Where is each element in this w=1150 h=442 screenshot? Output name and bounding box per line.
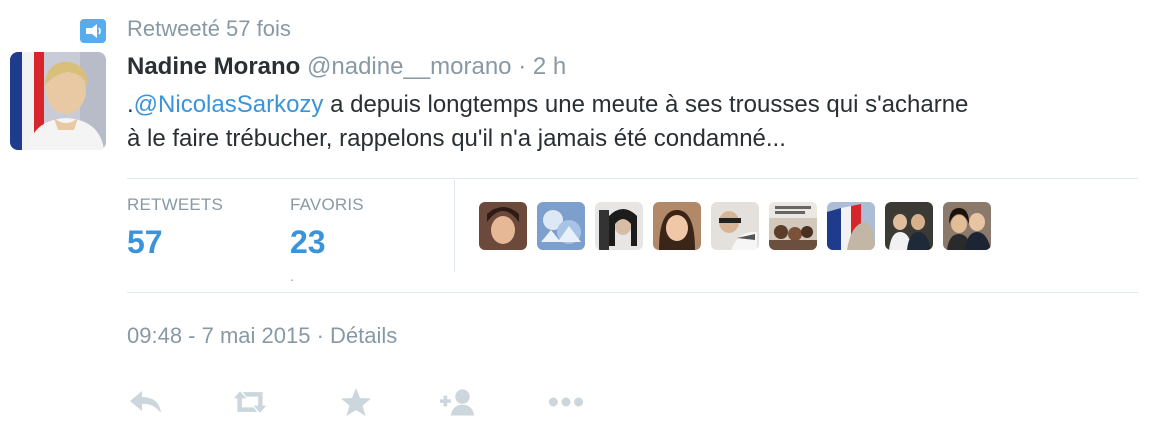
follow-icon [440,389,475,416]
favoriter-avatar-5[interactable] [711,202,759,250]
stats-bottom-divider [127,292,1138,293]
text-line-2: à le faire trébucher, rappelons qu'il n'… [127,125,786,152]
retweet-button[interactable] [232,384,268,420]
more-icon [548,397,584,407]
favoriter-avatar-3[interactable] [595,202,643,250]
reply-icon [130,391,161,413]
retweet-context-icon [80,18,106,44]
favoriter-avatar-4[interactable] [653,202,701,250]
header-separator: · [518,53,527,80]
retweet-icon [233,391,267,413]
tweet-header: Nadine Morano @nadine__morano · 2 h [127,51,566,83]
favorite-button[interactable] [338,384,374,420]
author-name[interactable]: Nadine Morano [127,53,300,80]
timestamp-separator: · [316,323,324,348]
tweet-timestamp-row: 09:48 - 7 mai 2015 · Détails [127,320,397,352]
reply-button[interactable] [128,384,164,420]
stats-vertical-divider [454,180,455,272]
text-prefix: . [127,91,134,118]
text-line-1: a depuis longtemps une meute à ses trous… [323,91,969,118]
favoriter-avatar-6[interactable] [769,202,817,250]
screen-name[interactable]: @nadine__morano [307,53,512,80]
retweets-label[interactable]: RETWEETS [127,195,223,215]
favoriter-avatar-1[interactable] [479,202,527,250]
tweet-timestamp: 09:48 - 7 mai 2015 [127,323,311,348]
retweets-count[interactable]: 57 [127,222,163,262]
retweet-context-text[interactable]: Retweeté 57 fois [127,13,291,45]
more-button[interactable] [548,384,584,420]
favoriter-avatar-2[interactable] [537,202,585,250]
favoriter-avatar-9[interactable] [943,202,991,250]
follow-button[interactable] [440,384,476,420]
favorites-label[interactable]: FAVORIS [290,195,364,215]
stats-top-divider [127,178,1138,179]
details-link[interactable]: Détails [330,323,397,348]
mention-link[interactable]: @NicolasSarkozy [134,91,324,118]
favorite-star-icon [341,388,371,416]
stats-dot: . [290,268,294,284]
favorites-count[interactable]: 23 [290,222,326,262]
favoriters-list [479,202,991,250]
tweet-text: .@NicolasSarkozy a depuis longtemps une … [127,88,1137,156]
avatar[interactable] [10,52,106,150]
favoriter-avatar-8[interactable] [885,202,933,250]
favoriter-avatar-7[interactable] [827,202,875,250]
tweet-age[interactable]: 2 h [533,53,566,80]
